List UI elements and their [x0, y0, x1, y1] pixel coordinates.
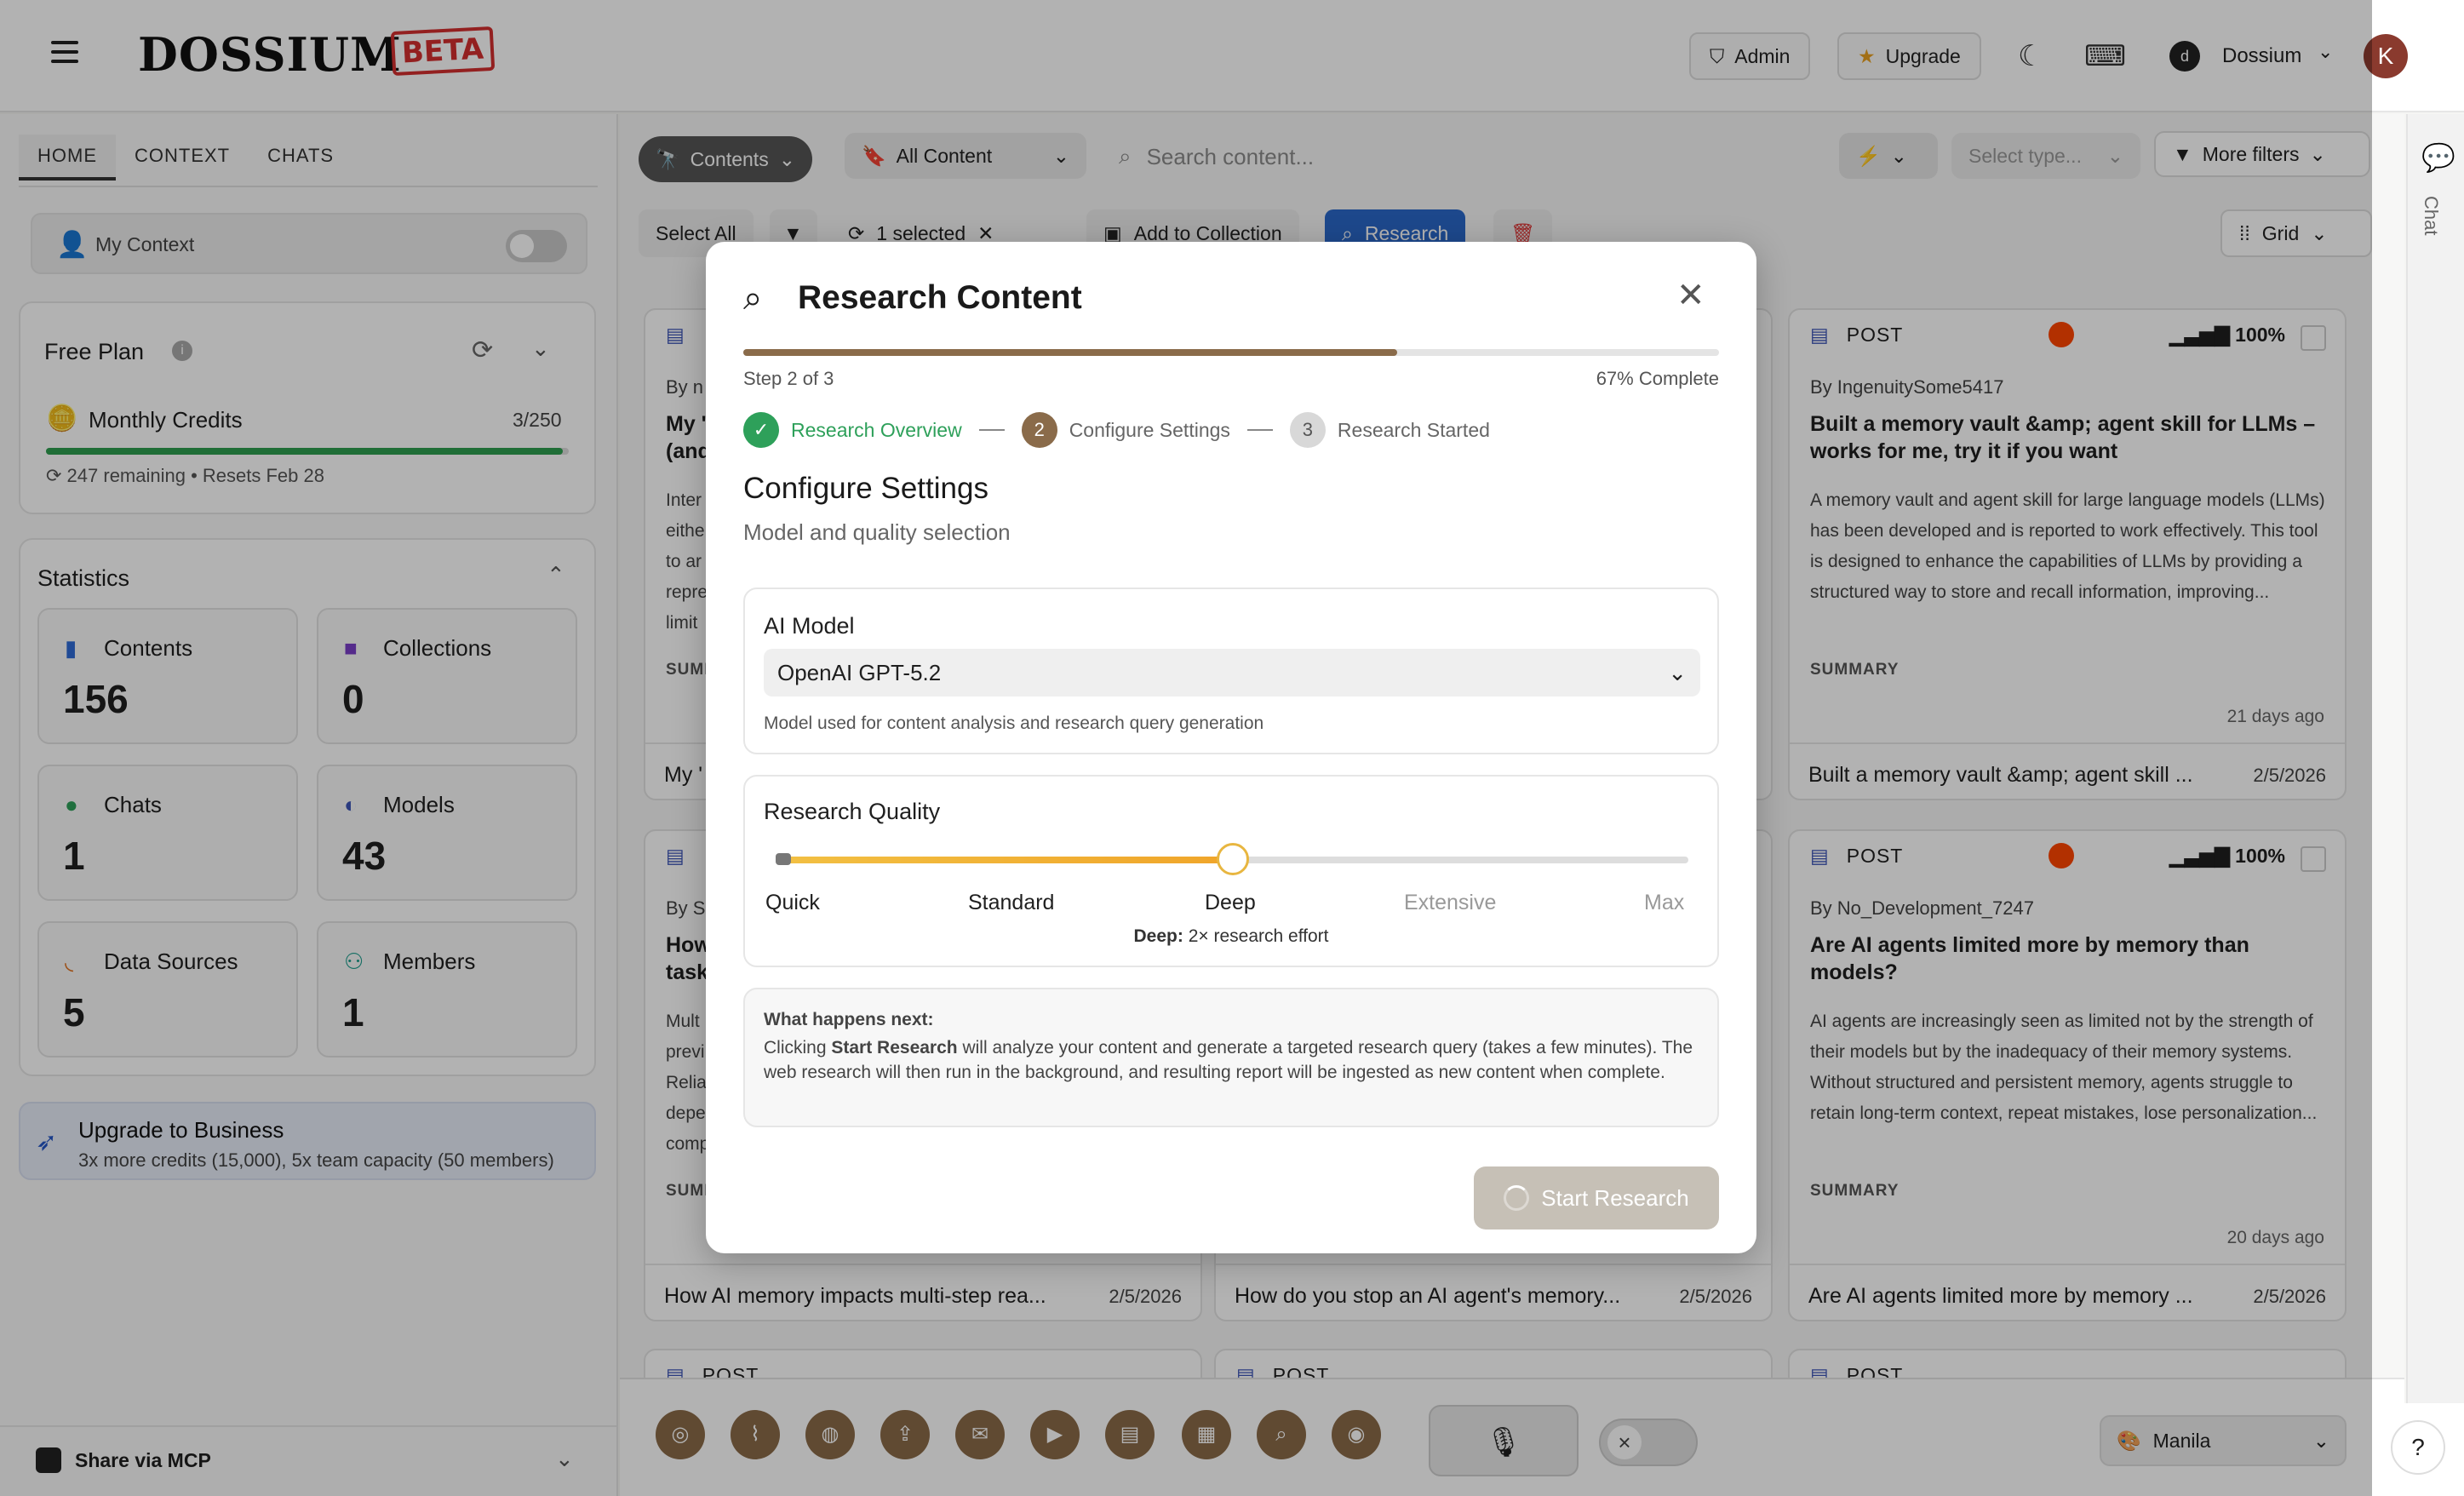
step-progress-fill [743, 349, 1397, 356]
quality-option-max[interactable]: Max [1644, 891, 1684, 915]
section-heading: Configure Settings [743, 472, 988, 505]
quality-option-deep[interactable]: Deep [1205, 891, 1256, 915]
close-icon[interactable]: ✕ [1676, 276, 1705, 315]
quality-option-extensive[interactable]: Extensive [1404, 891, 1496, 915]
ai-model-panel: AI Model OpenAI GPT-5.2 ⌄ Model used for… [743, 588, 1719, 754]
step-number: 2 [1021, 412, 1057, 448]
progress-percent: 67% Complete [1596, 368, 1719, 389]
next-description: Clicking Start Research will analyze you… [764, 1038, 1693, 1082]
search-icon: ⌕ [743, 279, 763, 317]
step-separator [978, 429, 1005, 431]
quality-option-standard[interactable]: Standard [968, 891, 1054, 915]
step-separator [1246, 429, 1273, 431]
step-progress-bar [743, 349, 1719, 356]
help-button[interactable]: ? [2372, 1403, 2464, 1496]
research-content-dialog: ⌕ Research Content ✕ Step 2 of 3 67% Com… [706, 242, 1756, 1253]
step-number: 3 [1289, 412, 1326, 448]
what-happens-next-panel: What happens next: Clicking Start Resear… [743, 988, 1719, 1127]
section-subheading: Model and quality selection [743, 519, 1011, 545]
step-label-started: Research Started [1337, 418, 1490, 441]
quality-slider-handle[interactable] [1217, 843, 1249, 875]
chevron-down-icon: ⌄ [1668, 659, 1687, 685]
chat-vertical-label[interactable]: Chat [2420, 196, 2442, 235]
help-icon: ? [2391, 1420, 2445, 1475]
stepper: ✓ Research Overview 2 Configure Settings… [743, 412, 1490, 448]
step-text: Step 2 of 3 [743, 368, 834, 389]
quality-description: Deep: 2× research effort [1133, 926, 1329, 946]
research-quality-label: Research Quality [764, 799, 941, 824]
ai-model-select[interactable]: OpenAI GPT-5.2 ⌄ [764, 649, 1700, 696]
step-label-configure: Configure Settings [1069, 418, 1230, 441]
chat-side-strip: 💬 Chat [2406, 114, 2464, 1496]
ai-model-label: AI Model [764, 613, 855, 639]
research-quality-panel: Research Quality Quick Standard Deep Ext… [743, 775, 1719, 967]
ai-model-help: Model used for content analysis and rese… [764, 714, 1264, 733]
loading-spinner-icon [1504, 1185, 1530, 1211]
next-title: What happens next: [764, 1010, 934, 1029]
check-icon: ✓ [743, 412, 779, 448]
start-research-button[interactable]: Start Research [1474, 1166, 1719, 1229]
step-label-overview[interactable]: Research Overview [791, 419, 962, 442]
dialog-title: Research Content [798, 279, 1082, 316]
quality-slider-fill [777, 857, 1233, 863]
quality-option-quick[interactable]: Quick [765, 891, 820, 915]
slider-start-marker [776, 853, 791, 865]
quality-slider[interactable] [777, 843, 1688, 875]
chat-bubbles-icon[interactable]: 💬 [2421, 141, 2455, 174]
